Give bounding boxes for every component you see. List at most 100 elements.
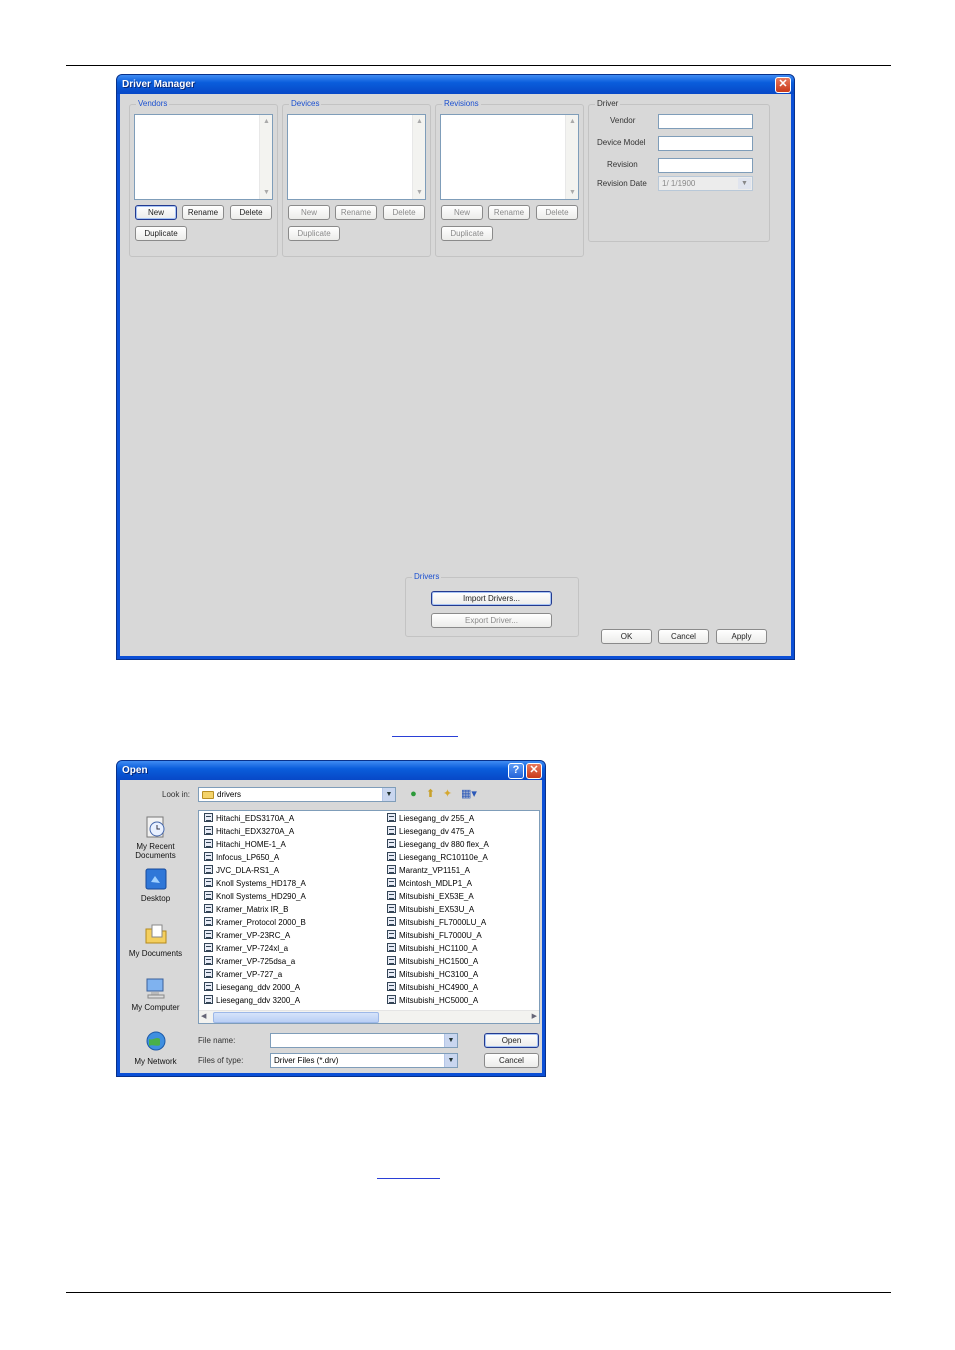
devices-delete-button[interactable]: Delete [383, 205, 425, 220]
chevron-down-icon[interactable]: ▼ [382, 788, 395, 801]
devices-duplicate-button[interactable]: Duplicate [288, 226, 340, 241]
file-list[interactable]: Hitachi_EDS3170A_A Hitachi_EDX3270A_A Hita… [198, 810, 540, 1024]
file-item[interactable]: Kramer_VP-725dsa_a [204, 955, 295, 968]
vendors-scrollbar[interactable]: ▲ ▼ [259, 115, 272, 199]
revisions-delete-button[interactable]: Delete [536, 205, 578, 220]
file-item[interactable]: Kramer_Matrix IR_B [204, 903, 288, 916]
file-list-horizontal-scrollbar[interactable]: ◀ ▶ [199, 1010, 539, 1023]
scroll-down-icon[interactable]: ▼ [261, 187, 272, 198]
scroll-left-icon[interactable]: ◀ [201, 1012, 206, 1020]
file-item[interactable]: Kramer_Protocol 2000_B [204, 916, 306, 929]
vendors-rename-button[interactable]: Rename [182, 205, 224, 220]
revision-date-picker[interactable]: 1/ 1/1900 ▼ [658, 176, 753, 191]
file-item[interactable]: Knoll Systems_HD290_A [204, 890, 306, 903]
back-icon[interactable]: ● [407, 788, 420, 801]
file-item[interactable]: Mitsubishi_HC4900_A [387, 981, 478, 994]
caption-link-2[interactable] [377, 1178, 440, 1179]
place-label: My Network [134, 1057, 177, 1066]
scroll-down-icon[interactable]: ▼ [414, 187, 425, 198]
devices-list[interactable]: ▲ ▼ [287, 114, 426, 200]
file-item[interactable]: Mcintosh_MDLP1_A [387, 877, 472, 890]
file-item-label: Mitsubishi_FL7000LU_A [399, 918, 487, 927]
revision-field[interactable] [658, 158, 753, 173]
vendor-field[interactable] [658, 114, 753, 129]
apply-button[interactable]: Apply [716, 629, 767, 644]
file-item[interactable]: Knoll Systems_HD178_A [204, 877, 306, 890]
place-label: My Computer [131, 1003, 180, 1012]
file-item[interactable]: Mitsubishi_HC3100_A [387, 968, 478, 981]
driver-file-icon [204, 878, 213, 887]
chevron-down-icon[interactable]: ▼ [444, 1034, 457, 1047]
file-item[interactable]: Liesegang_dv 255_A [387, 812, 474, 825]
file-item[interactable]: Hitachi_EDS3170A_A [204, 812, 294, 825]
scroll-thumb[interactable] [213, 1012, 379, 1023]
file-item[interactable]: Mitsubishi_FL7000LU_A [387, 916, 486, 929]
vendors-duplicate-button[interactable]: Duplicate [135, 226, 187, 241]
revisions-duplicate-button[interactable]: Duplicate [441, 226, 493, 241]
files-of-type-select[interactable]: Driver Files (*.drv) ▼ [270, 1053, 458, 1068]
file-name-input[interactable]: ▼ [270, 1033, 458, 1048]
devices-rename-button[interactable]: Rename [335, 205, 377, 220]
place-my-network[interactable]: My Network [122, 1030, 189, 1066]
scroll-up-icon[interactable]: ▲ [567, 116, 578, 127]
import-drivers-button[interactable]: Import Drivers... [431, 591, 552, 606]
up-folder-icon[interactable]: ⬆ [424, 788, 437, 801]
look-in-select[interactable]: drivers ▼ [198, 787, 396, 802]
place-my-computer[interactable]: My Computer [122, 976, 189, 1012]
file-item[interactable]: Liesegang_ddv 2000_A [204, 981, 300, 994]
view-menu-icon[interactable]: ▦▾ [459, 788, 479, 801]
revisions-label: Revisions [442, 99, 481, 109]
help-button[interactable]: ? [508, 763, 524, 779]
chevron-down-icon[interactable]: ▼ [444, 1054, 457, 1067]
caption-link-1[interactable] [392, 736, 458, 737]
place-my-documents[interactable]: My Documents [122, 922, 189, 958]
file-item[interactable]: Hitachi_EDX3270A_A [204, 825, 294, 838]
file-item[interactable]: Liesegang_dv 475_A [387, 825, 474, 838]
device-model-field[interactable] [658, 136, 753, 151]
revisions-new-button[interactable]: New [441, 205, 483, 220]
devices-scrollbar[interactable]: ▲ ▼ [412, 115, 425, 199]
open-cancel-button[interactable]: Cancel [484, 1053, 539, 1068]
file-item[interactable]: Kramer_VP-23RC_A [204, 929, 290, 942]
file-item[interactable]: Kramer_VP-724xl_a [204, 942, 288, 955]
vendors-new-button[interactable]: New [135, 205, 177, 220]
new-folder-icon[interactable]: ✦ [441, 788, 454, 801]
file-item[interactable]: Mitsubishi_HC1500_A [387, 955, 478, 968]
file-item[interactable]: Mitsubishi_HC1100_A [387, 942, 478, 955]
file-item[interactable]: Hitachi_HOME-1_A [204, 838, 286, 851]
open-close-button[interactable]: ✕ [526, 763, 542, 779]
revisions-list[interactable]: ▲ ▼ [440, 114, 579, 200]
place-desktop[interactable]: Desktop [122, 867, 189, 903]
devices-new-button[interactable]: New [288, 205, 330, 220]
scroll-down-icon[interactable]: ▼ [567, 187, 578, 198]
ok-button[interactable]: OK [601, 629, 652, 644]
close-button[interactable]: ✕ [775, 77, 791, 93]
scroll-right-icon[interactable]: ▶ [532, 1012, 537, 1020]
revisions-scrollbar[interactable]: ▲ ▼ [565, 115, 578, 199]
place-label: My Recent Documents [135, 842, 176, 860]
vendors-list[interactable]: ▲ ▼ [134, 114, 273, 200]
file-item[interactable]: Kramer_VP-727_a [204, 968, 282, 981]
file-item[interactable]: Liesegang_ddv 3200_A [204, 994, 300, 1007]
place-my-recent-documents[interactable]: My Recent Documents [122, 815, 189, 860]
file-item[interactable]: JVC_DLA-RS1_A [204, 864, 279, 877]
file-item-label: Liesegang_ddv 3200_A [216, 996, 301, 1005]
vendors-delete-button[interactable]: Delete [230, 205, 272, 220]
chevron-down-icon[interactable]: ▼ [738, 178, 751, 189]
open-button[interactable]: Open [484, 1033, 539, 1048]
revisions-rename-button[interactable]: Rename [488, 205, 530, 220]
file-item[interactable]: Marantz_VP1151_A [387, 864, 470, 877]
scroll-up-icon[interactable]: ▲ [261, 116, 272, 127]
scroll-up-icon[interactable]: ▲ [414, 116, 425, 127]
file-item[interactable]: Liesegang_RC10110e_A [387, 851, 488, 864]
cancel-button[interactable]: Cancel [658, 629, 709, 644]
file-item[interactable]: Liesegang_dv 880 flex_A [387, 838, 489, 851]
file-item[interactable]: Mitsubishi_FL7000U_A [387, 929, 482, 942]
file-item[interactable]: Mitsubishi_EX53U_A [387, 903, 474, 916]
export-driver-button[interactable]: Export Driver... [431, 613, 552, 628]
file-item-label: Kramer_VP-23RC_A [216, 931, 291, 940]
file-item[interactable]: Infocus_LP650_A [204, 851, 279, 864]
file-item[interactable]: Mitsubishi_EX53E_A [387, 890, 474, 903]
devices-group: Devices ▲ ▼ New Rename Delete Duplicate [282, 99, 431, 257]
file-item[interactable]: Mitsubishi_HC5000_A [387, 994, 478, 1007]
